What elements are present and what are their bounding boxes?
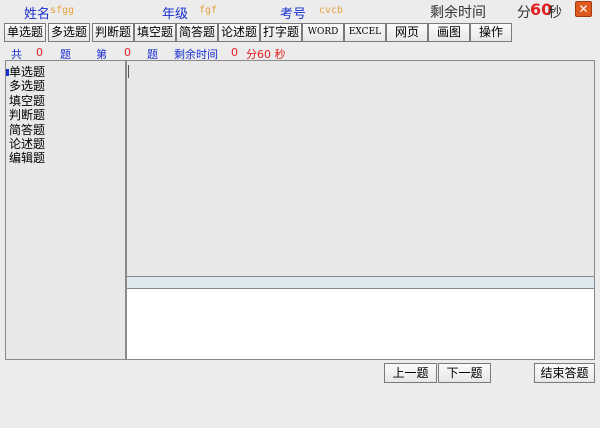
tab-fill-blank[interactable]: 填空题 bbox=[134, 23, 176, 42]
tab-single-choice[interactable]: 单选题 bbox=[4, 23, 46, 42]
total-count: 0 bbox=[36, 46, 43, 59]
question-display-area[interactable] bbox=[126, 60, 595, 277]
tab-operation[interactable]: 操作 bbox=[470, 23, 512, 42]
time-second-label: 秒 bbox=[548, 5, 562, 21]
time-remaining-label: 剩余时间 bbox=[430, 5, 486, 21]
tab-excel[interactable]: EXCEL bbox=[344, 23, 386, 42]
name-value: sfgg bbox=[50, 5, 75, 16]
tab-drawing[interactable]: 画图 bbox=[428, 23, 470, 42]
tab-short-answer[interactable]: 简答题 bbox=[176, 23, 218, 42]
panel-divider[interactable] bbox=[126, 277, 595, 289]
tab-essay[interactable]: 论述题 bbox=[218, 23, 260, 42]
list-item-true-false[interactable]: 判断题 bbox=[9, 108, 45, 122]
remaining-minutes: 0 bbox=[231, 46, 238, 59]
name-label: 姓名 bbox=[24, 7, 51, 22]
list-item-multiple-choice[interactable]: 多选题 bbox=[9, 79, 45, 93]
next-question-button[interactable]: 下一题 bbox=[438, 363, 491, 383]
tab-typing[interactable]: 打字题 bbox=[260, 23, 302, 42]
question-type-list: 单选题 多选题 填空题 判断题 简答题 论述题 编辑题 bbox=[9, 65, 45, 166]
grade-label: 年级 bbox=[162, 7, 189, 22]
close-icon[interactable]: ✕ bbox=[575, 1, 592, 17]
answer-input-area[interactable] bbox=[126, 289, 595, 360]
prev-question-button[interactable]: 上一题 bbox=[384, 363, 437, 383]
grade-value: fgf bbox=[199, 5, 218, 16]
examno-value: cvcb bbox=[319, 5, 344, 16]
list-item-short-answer[interactable]: 简答题 bbox=[9, 123, 45, 137]
tab-true-false[interactable]: 判断题 bbox=[92, 23, 134, 42]
list-item-editing[interactable]: 编辑题 bbox=[9, 151, 45, 165]
list-item-single-choice[interactable]: 单选题 bbox=[9, 65, 45, 79]
header-bar: 姓名 sfgg 年级 fgf 考号 cvcb 剩余时间 分 60 秒 ✕ bbox=[0, 0, 600, 22]
list-item-fill-blank[interactable]: 填空题 bbox=[9, 94, 45, 108]
tab-word[interactable]: WORD bbox=[302, 23, 344, 42]
time-minute-label: 分 bbox=[517, 5, 531, 21]
tab-webpage[interactable]: 网页 bbox=[386, 23, 428, 42]
question-type-panel: 单选题 多选题 填空题 判断题 简答题 论述题 编辑题 bbox=[5, 60, 126, 360]
tab-multiple-choice[interactable]: 多选题 bbox=[48, 23, 90, 42]
finish-exam-button[interactable]: 结束答题 bbox=[534, 363, 595, 383]
text-caret bbox=[128, 65, 129, 78]
progress-info-row: 共 0 题 第 0 题 剩余时间 0 分60 秒 bbox=[0, 46, 600, 61]
current-index: 0 bbox=[124, 46, 131, 59]
list-item-essay[interactable]: 论述题 bbox=[9, 137, 45, 151]
examno-label: 考号 bbox=[280, 7, 307, 22]
